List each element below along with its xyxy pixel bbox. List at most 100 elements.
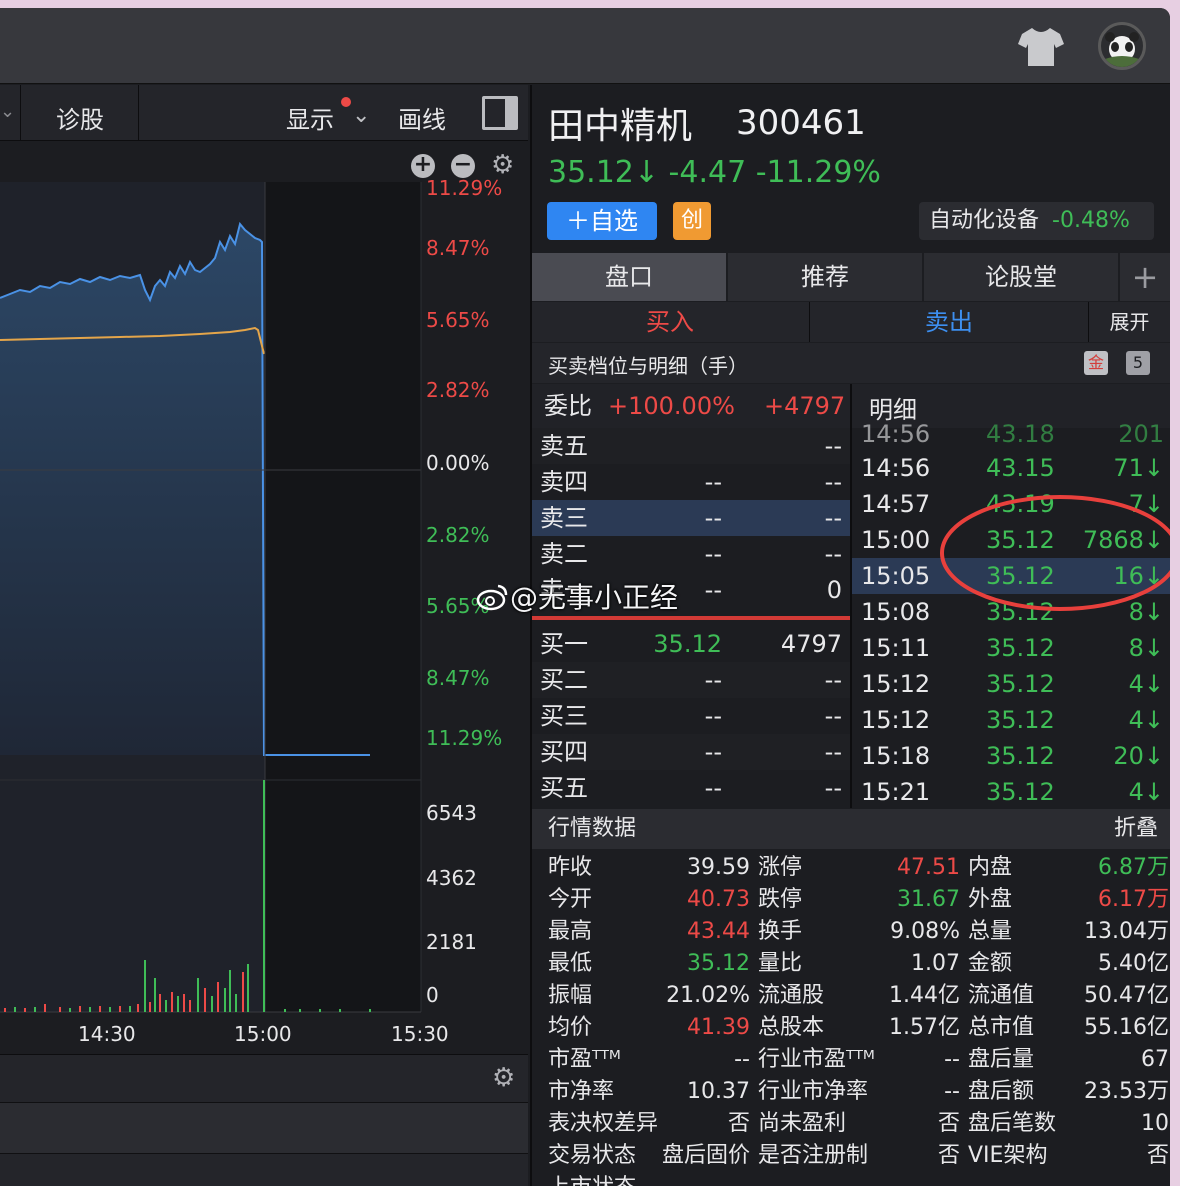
stock-code: 300461 bbox=[736, 103, 866, 143]
skin-shirt-icon[interactable] bbox=[1018, 26, 1064, 68]
market-field-label: 总量 bbox=[968, 919, 1013, 944]
market-field-label: 是否注册制 bbox=[758, 1143, 869, 1168]
tick-row[interactable]: 14:56 43.18 201 bbox=[852, 416, 1170, 452]
notification-dot bbox=[341, 97, 351, 107]
tab-pankou[interactable]: 盘口 bbox=[532, 253, 726, 301]
annotation-circle bbox=[940, 495, 1170, 611]
tick-row[interactable]: 15:12 35.12 4↓ bbox=[852, 702, 1170, 738]
zoom-out-icon[interactable]: − bbox=[451, 154, 475, 178]
market-field-value: -- bbox=[734, 1172, 750, 1186]
market-field-value: 5.40亿 bbox=[1098, 951, 1169, 976]
display-button[interactable]: 显示 bbox=[286, 100, 334, 135]
ratio-label: 委比 bbox=[544, 392, 592, 420]
draw-line-button[interactable]: 画线 bbox=[398, 100, 446, 135]
market-field-value: 10 bbox=[1141, 1111, 1169, 1136]
market-field-label: 总市值 bbox=[968, 1015, 1035, 1040]
market-field-label: 盘后额 bbox=[968, 1079, 1035, 1104]
bid-row[interactable]: 买一 35.12 4797 bbox=[532, 626, 850, 662]
market-field-label: 尚未盈利 bbox=[758, 1111, 847, 1136]
volume-axis-label: 6543 bbox=[426, 801, 477, 825]
market-field-label: 行业市盈ᵀᵀᴹ bbox=[758, 1047, 875, 1072]
y-axis-label: 11.29% bbox=[426, 176, 503, 200]
chart-bottom-area bbox=[0, 1154, 528, 1186]
chart-bottom-panel bbox=[0, 1102, 528, 1154]
y-axis-label: 8.47% bbox=[426, 666, 490, 690]
market-data-row: 市盈ᵀᵀᴹ -- 行业市盈ᵀᵀᴹ -- 盘后量 67 bbox=[532, 1044, 1170, 1076]
sector-change: -0.48% bbox=[1052, 208, 1130, 233]
y-axis-label: 11.29% bbox=[426, 726, 503, 750]
market-field-label: 上市状态 bbox=[548, 1172, 636, 1186]
market-field-value: 否 bbox=[937, 1111, 960, 1136]
market-field-label: 最高 bbox=[548, 919, 593, 944]
top-bar bbox=[0, 8, 1170, 84]
ask-row[interactable]: 卖三 -- -- bbox=[532, 500, 850, 536]
chevron-down-icon[interactable]: ⌄ bbox=[0, 101, 15, 122]
market-field-label: 行业市净率 bbox=[758, 1079, 869, 1104]
time-axis-label: 15:00 bbox=[234, 1022, 292, 1046]
market-data-header: 行情数据 折叠 bbox=[532, 809, 1170, 849]
tick-row[interactable]: 14:56 43.15 71↓ bbox=[852, 450, 1170, 486]
bid-row[interactable]: 买二 -- -- bbox=[532, 662, 850, 698]
market-field-value: 39.59 bbox=[687, 855, 750, 880]
tick-row[interactable]: 15:11 35.12 8↓ bbox=[852, 630, 1170, 666]
market-field-value: 13.04万 bbox=[1084, 919, 1169, 944]
bid-row[interactable]: 买四 -- -- bbox=[532, 734, 850, 770]
panel-toggle-icon[interactable] bbox=[482, 96, 518, 130]
level-five-badge[interactable]: 5 bbox=[1126, 351, 1150, 375]
market-field-label: 振幅 bbox=[548, 983, 593, 1008]
diagnose-button[interactable]: 诊股 bbox=[56, 100, 104, 135]
bid-row[interactable]: 买五 -- -- bbox=[532, 770, 850, 806]
annotation-underline bbox=[532, 616, 850, 620]
chevron-down-icon[interactable]: ⌄ bbox=[352, 103, 370, 128]
gold-badge-icon[interactable]: 金 bbox=[1084, 351, 1108, 375]
market-field-value: 否 bbox=[727, 1111, 750, 1136]
ask-row[interactable]: 卖二 -- -- bbox=[532, 536, 850, 572]
price-change: 35.12↓ -4.47 -11.29% bbox=[548, 155, 881, 190]
ratio-diff: +4797 bbox=[764, 392, 846, 420]
tick-row[interactable]: 15:18 35.12 20↓ bbox=[852, 738, 1170, 774]
market-field-value: 21.02% bbox=[666, 983, 750, 1008]
buy-button[interactable]: 买入 bbox=[532, 302, 808, 342]
ask-row[interactable]: 卖四 -- -- bbox=[532, 464, 850, 500]
market-field-value: -- bbox=[734, 1047, 750, 1072]
settings-gear-icon[interactable]: ⚙ bbox=[492, 1065, 515, 1091]
market-field-value: 否 bbox=[1146, 1143, 1169, 1168]
tab-recommend[interactable]: 推荐 bbox=[728, 253, 922, 301]
intraday-chart[interactable] bbox=[0, 182, 426, 1052]
market-data-row: 均价 41.39 总股本 1.57亿 总市值 55.16亿 bbox=[532, 1012, 1170, 1044]
volume-axis-label: 4362 bbox=[426, 866, 477, 890]
market-field-value: 67 bbox=[1141, 1047, 1169, 1072]
market-title: 行情数据 bbox=[548, 816, 637, 841]
market-field-value: 1.07 bbox=[911, 951, 960, 976]
trade-bar: 买入 卖出 展开 bbox=[532, 302, 1170, 342]
watermark-text: @无事小正经 bbox=[510, 581, 679, 614]
market-data-row: 最高 43.44 换手 9.08% 总量 13.04万 bbox=[532, 916, 1170, 948]
tick-row[interactable]: 15:21 35.12 4↓ bbox=[852, 774, 1170, 808]
market-data-row: 昨收 39.59 涨停 47.51 内盘 6.87万 bbox=[532, 852, 1170, 884]
market-field-value: 否 bbox=[937, 1143, 960, 1168]
y-axis-label: 0.00% bbox=[426, 451, 490, 475]
market-field-value: 55.16亿 bbox=[1084, 1015, 1169, 1040]
ask-row[interactable]: 卖五 -- bbox=[532, 428, 850, 464]
chart-footer: ⚙ bbox=[0, 1054, 528, 1102]
market-field-label: 交易状态 bbox=[548, 1143, 637, 1168]
collapse-button[interactable]: 折叠 bbox=[1114, 809, 1158, 849]
market-field-label: 跌停 bbox=[758, 887, 803, 912]
watermark: @无事小正经 bbox=[476, 576, 678, 616]
tick-row[interactable]: 15:12 35.12 4↓ bbox=[852, 666, 1170, 702]
user-avatar[interactable] bbox=[1098, 22, 1146, 70]
tab-forum[interactable]: 论股堂 bbox=[924, 253, 1118, 301]
y-axis-label: 5.65% bbox=[426, 308, 490, 332]
y-axis-label: 8.47% bbox=[426, 236, 490, 260]
market-field-label: 昨收 bbox=[548, 855, 593, 880]
expand-button[interactable]: 展开 bbox=[1089, 302, 1170, 342]
sell-button[interactable]: 卖出 bbox=[810, 302, 1088, 342]
market-field-label: 盘后量 bbox=[968, 1047, 1035, 1072]
sector-badge[interactable]: 自动化设备 -0.48% bbox=[919, 202, 1154, 240]
bid-row[interactable]: 买三 -- -- bbox=[532, 698, 850, 734]
zoom-in-icon[interactable]: + bbox=[411, 154, 435, 178]
add-watchlist-button[interactable]: ＋自选 bbox=[547, 202, 657, 240]
add-tab-button[interactable]: + bbox=[1120, 253, 1170, 301]
time-axis-label: 14:30 bbox=[78, 1022, 136, 1046]
settings-gear-icon[interactable]: ⚙ bbox=[491, 152, 514, 178]
